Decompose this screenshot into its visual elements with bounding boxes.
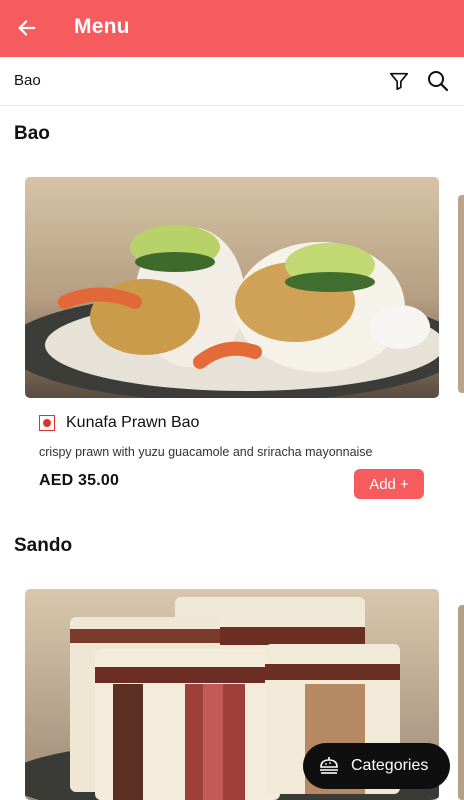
next-card-peek-2 [458,605,464,800]
categories-label: Categories [351,757,429,774]
categories-button[interactable]: Categories [303,743,450,789]
item-description: crispy prawn with yuzu guacamole and sri… [39,445,373,459]
back-arrow-icon [18,20,36,36]
item-name[interactable]: Kunafa Prawn Bao [66,414,199,432]
current-category-label[interactable]: Bao [14,72,41,89]
category-bar: Bao [0,57,464,106]
section-title-sando: Sando [14,535,73,556]
add-to-cart-button[interactable]: Add + [354,469,424,499]
filter-icon [389,72,409,91]
food-menu-icon [320,757,338,774]
back-button[interactable] [8,9,46,47]
search-button[interactable] [422,65,454,97]
app-bar: Menu [0,0,464,57]
filter-button[interactable] [384,66,414,96]
next-card-peek [458,195,464,393]
item-price: AED 35.00 [39,472,120,489]
non-veg-indicator-icon [39,415,55,431]
page-title: Menu [74,15,130,38]
section-title-bao: Bao [14,123,50,144]
search-icon [428,71,449,92]
kunafa-prawn-bao-image[interactable] [25,177,439,398]
